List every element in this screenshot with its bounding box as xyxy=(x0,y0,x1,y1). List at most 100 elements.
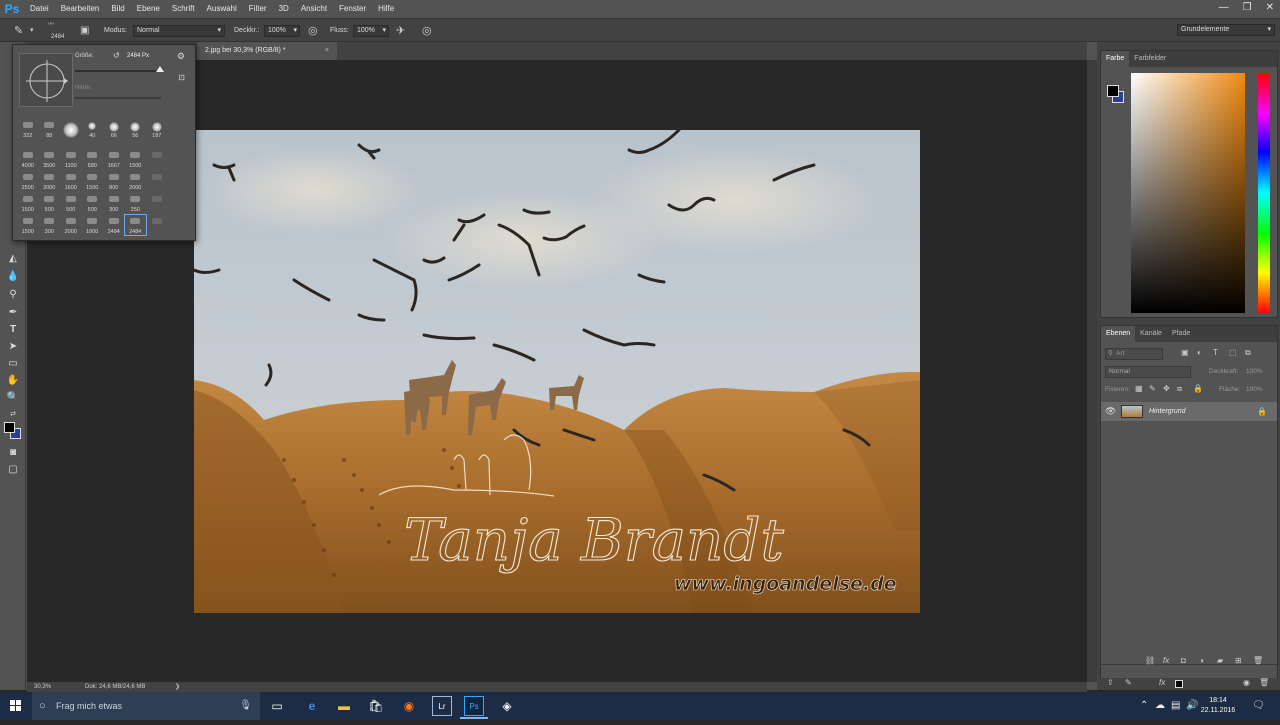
brush-preset[interactable]: 2500 xyxy=(17,171,39,191)
menu-filter[interactable]: Filter xyxy=(243,0,273,18)
tab-ebenen[interactable]: Ebenen xyxy=(1101,326,1136,342)
brush-preset[interactable]: 1000 xyxy=(82,215,104,235)
filter-shape-icon[interactable]: ⬚ xyxy=(1229,348,1237,357)
color-field[interactable] xyxy=(1131,73,1245,313)
brush-preset[interactable]: 300 xyxy=(103,193,125,213)
adjustment-layer-icon[interactable]: ◑ xyxy=(1199,656,1204,665)
rectangle-tool-icon[interactable]: ▭ xyxy=(5,357,21,371)
path-selection-icon[interactable]: ➤ xyxy=(5,340,21,354)
network-icon[interactable]: ▤ xyxy=(1171,692,1180,720)
edge-icon[interactable]: e xyxy=(302,696,322,716)
trash-icon[interactable]: 🗑 xyxy=(1253,656,1263,665)
pen-tool-icon[interactable]: ✒ xyxy=(5,306,21,320)
lock-all-icon[interactable]: 🔒 xyxy=(1193,384,1203,393)
lock-position-icon[interactable]: ✥ xyxy=(1163,384,1170,393)
minimize-icon[interactable]: — xyxy=(1219,0,1229,16)
brush-preset[interactable]: 2000 xyxy=(39,171,61,191)
pressure-opacity-icon[interactable]: ◎ xyxy=(308,19,318,43)
brush-preset[interactable]: 1500 xyxy=(125,149,147,169)
app-icon[interactable]: ◈ xyxy=(497,696,517,716)
brush-preset[interactable]: 322 xyxy=(17,119,39,139)
brush-preset[interactable]: 2000 xyxy=(125,171,147,191)
close-icon[interactable]: ✕ xyxy=(1266,0,1274,16)
layer-style-icon[interactable]: fx xyxy=(1163,656,1169,665)
brush-preset[interactable]: 2000 xyxy=(60,215,82,235)
foreground-color-swatch[interactable] xyxy=(4,422,15,433)
brush-preset[interactable]: 88 xyxy=(39,119,61,139)
size-value[interactable]: 2484 Px xyxy=(127,53,149,59)
foreground-color-swatch[interactable] xyxy=(1107,85,1119,97)
brush-preset[interactable]: 3500 xyxy=(39,149,61,169)
chevron-right-icon[interactable]: ❯ xyxy=(175,682,180,692)
notifications-icon[interactable]: 🗨 xyxy=(1252,692,1265,720)
brush-preset[interactable]: 1500 xyxy=(17,215,39,235)
modus-select[interactable]: Normal ▾ xyxy=(133,25,225,37)
store-icon[interactable]: 🛍 xyxy=(366,696,386,716)
gear-icon[interactable]: ⚙ xyxy=(177,51,185,62)
export-icon[interactable]: ⇪ xyxy=(1107,678,1114,687)
hue-slider[interactable] xyxy=(1258,73,1270,313)
firefox-icon[interactable]: ◉ xyxy=(399,696,419,716)
vertical-scrollbar[interactable] xyxy=(1087,60,1097,682)
tab-farbfelder[interactable]: Farbfelder xyxy=(1129,51,1171,67)
brush-preset[interactable] xyxy=(146,193,168,213)
filter-adjust-icon[interactable]: ◐ xyxy=(1197,348,1202,357)
menu-ansicht[interactable]: Ansicht xyxy=(295,0,333,18)
workspace-select[interactable]: Grundelemente ▾ xyxy=(1177,24,1275,36)
type-tool-icon[interactable]: T xyxy=(5,323,21,337)
new-preset-icon[interactable]: ⊡ xyxy=(178,73,185,82)
brush-preset[interactable] xyxy=(146,215,168,235)
taskbar-search[interactable]: ○ Frag mich etwas 🎙 xyxy=(32,692,260,720)
layer-filter-select[interactable]: ⚲ Art xyxy=(1105,348,1163,360)
blend-mode-select[interactable]: Normal xyxy=(1105,366,1191,378)
menu-auswahl[interactable]: Auswahl xyxy=(201,0,243,18)
airbrush-icon[interactable]: ✈ xyxy=(396,19,405,43)
brush-preset[interactable]: 500 xyxy=(82,193,104,213)
maximize-icon[interactable]: ❐ xyxy=(1243,0,1252,16)
fx-icon[interactable]: fx xyxy=(1159,678,1165,687)
brush-preset[interactable] xyxy=(146,171,168,191)
hand-tool-icon[interactable]: ✋ xyxy=(5,374,21,388)
menu-bearbeiten[interactable]: Bearbeiten xyxy=(55,0,106,18)
lightroom-icon[interactable]: Lr xyxy=(432,696,452,716)
menu-hilfe[interactable]: Hilfe xyxy=(372,0,400,18)
brush-preset[interactable]: 1500 xyxy=(17,193,39,213)
screen-mode-icon[interactable]: ▢ xyxy=(5,463,21,477)
hardness-slider[interactable] xyxy=(75,97,161,99)
clock[interactable]: 18:14 22.11.2016 xyxy=(1196,696,1240,716)
brush-icon[interactable]: ✎ xyxy=(1125,678,1132,687)
tab-pfade[interactable]: Pfade xyxy=(1167,326,1195,342)
brush-preset[interactable]: 1667 xyxy=(103,149,125,169)
blur-tool-icon[interactable]: 💧 xyxy=(5,270,21,284)
add-mask-icon[interactable]: ◘ xyxy=(1181,656,1186,665)
brush-preset[interactable]: 2484 xyxy=(103,215,125,235)
brush-preset[interactable]: 66 xyxy=(103,119,125,139)
document-image[interactable]: Tanja Brandt www.ingoandelse.de xyxy=(194,130,920,613)
brush-preset[interactable]: 680 xyxy=(82,149,104,169)
new-layer-icon[interactable]: ⊞ xyxy=(1235,656,1242,665)
brush-preset[interactable]: 500 xyxy=(39,193,61,213)
onedrive-icon[interactable]: ☁ xyxy=(1155,692,1165,720)
quick-mask-icon[interactable]: ◙ xyxy=(5,446,21,460)
menu-3d[interactable]: 3D xyxy=(273,0,295,18)
brush-tool-icon[interactable]: ✎ xyxy=(14,19,23,43)
size-slider-knob[interactable] xyxy=(156,66,164,72)
link-layers-icon[interactable]: ⛓ xyxy=(1145,656,1155,665)
brush-preset[interactable] xyxy=(146,149,168,169)
menu-bild[interactable]: Bild xyxy=(105,0,130,18)
brush-preset[interactable]: 187 xyxy=(146,119,168,139)
brush-preset[interactable] xyxy=(60,119,82,139)
reset-size-icon[interactable]: ↺ xyxy=(113,51,120,60)
paint-bucket-icon[interactable]: ◭ xyxy=(5,252,21,266)
brush-preset[interactable]: 1500 xyxy=(82,171,104,191)
trash-icon[interactable]: 🗑 xyxy=(1259,678,1269,687)
swatch-icon[interactable] xyxy=(1175,680,1183,688)
new-group-icon[interactable]: ▰ xyxy=(1217,656,1223,665)
brush-preset[interactable]: 40 xyxy=(82,119,104,139)
dodge-tool-icon[interactable]: ⚲ xyxy=(5,288,21,302)
menu-fenster[interactable]: Fenster xyxy=(333,0,372,18)
swap-colors-icon[interactable]: ⇄ xyxy=(5,408,21,422)
photoshop-taskbar-icon[interactable]: Ps xyxy=(460,696,488,719)
opacity-value[interactable]: 100% xyxy=(1246,368,1263,375)
zoom-tool-icon[interactable]: 🔍 xyxy=(5,391,21,405)
